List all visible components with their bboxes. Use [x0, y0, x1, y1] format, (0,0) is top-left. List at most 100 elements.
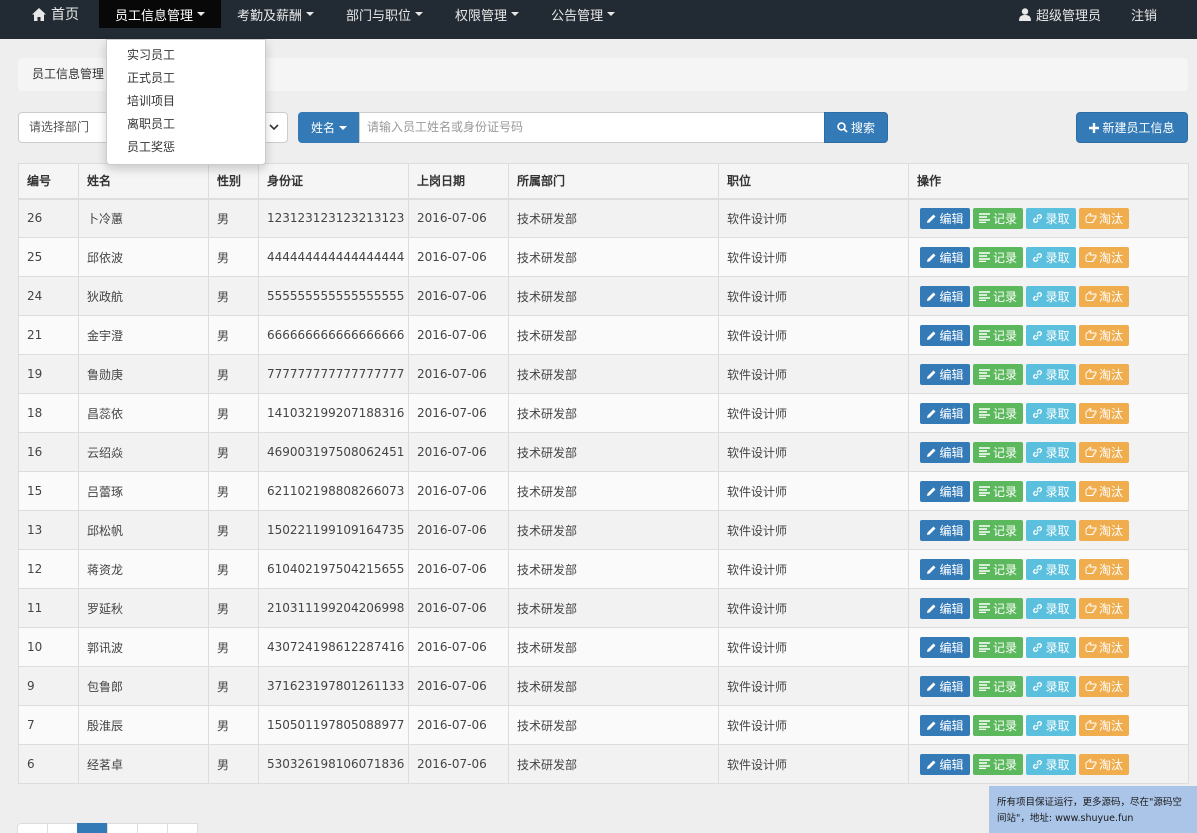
hire-button[interactable]: 录取: [1026, 636, 1076, 658]
eliminate-button[interactable]: 淘汰: [1079, 207, 1129, 229]
edit-button[interactable]: 编辑: [920, 753, 970, 775]
dropdown-item-intern[interactable]: 实习员工: [107, 44, 265, 67]
hand-left-icon: [1085, 369, 1097, 379]
nav-logout[interactable]: 注销: [1115, 0, 1197, 28]
record-button[interactable]: 记录: [973, 714, 1023, 736]
page-item[interactable]: [47, 823, 78, 833]
edit-button[interactable]: 编辑: [920, 402, 970, 424]
nav-department[interactable]: 部门与职位: [330, 0, 439, 28]
eliminate-button[interactable]: 淘汰: [1079, 636, 1129, 658]
plus-icon: [1089, 122, 1100, 133]
edit-button[interactable]: 编辑: [920, 324, 970, 346]
cell-start-date: 2016-07-06: [408, 510, 509, 550]
eliminate-button[interactable]: 淘汰: [1079, 753, 1129, 775]
edit-button[interactable]: 编辑: [920, 285, 970, 307]
hire-button-label: 录取: [1045, 211, 1070, 226]
dropdown-item-training[interactable]: 培训项目: [107, 90, 265, 113]
eliminate-button[interactable]: 淘汰: [1079, 675, 1129, 697]
record-button[interactable]: 记录: [973, 597, 1023, 619]
hire-button[interactable]: 录取: [1026, 675, 1076, 697]
page-item[interactable]: [137, 823, 168, 833]
eliminate-button[interactable]: 淘汰: [1079, 597, 1129, 619]
eliminate-button[interactable]: 淘汰: [1079, 480, 1129, 502]
edit-button[interactable]: 编辑: [920, 246, 970, 268]
dropdown-item-regular[interactable]: 正式员工: [107, 67, 265, 90]
edit-button[interactable]: 编辑: [920, 675, 970, 697]
nav-logout-label: 注销: [1130, 8, 1157, 24]
edit-button[interactable]: 编辑: [920, 636, 970, 658]
eliminate-button[interactable]: 淘汰: [1079, 324, 1129, 346]
record-button[interactable]: 记录: [973, 285, 1023, 307]
hire-button-label: 录取: [1045, 523, 1070, 538]
cell-id: 26: [18, 198, 79, 238]
hire-button[interactable]: 录取: [1026, 207, 1076, 229]
nav-employee-info[interactable]: 员工信息管理: [99, 0, 222, 28]
hire-button[interactable]: 录取: [1026, 285, 1076, 307]
dropdown-item-rewards[interactable]: 员工奖惩: [107, 136, 265, 159]
edit-button-label: 编辑: [939, 211, 964, 226]
hire-button[interactable]: 录取: [1026, 246, 1076, 268]
page-item-active[interactable]: [77, 823, 108, 833]
eliminate-button[interactable]: 淘汰: [1079, 402, 1129, 424]
eliminate-button[interactable]: 淘汰: [1079, 246, 1129, 268]
nav-announcement[interactable]: 公告管理: [535, 0, 631, 28]
hire-button[interactable]: 录取: [1026, 597, 1076, 619]
hire-button[interactable]: 录取: [1026, 324, 1076, 346]
eliminate-button[interactable]: 淘汰: [1079, 558, 1129, 580]
page-next[interactable]: [167, 823, 198, 833]
nav-permission[interactable]: 权限管理: [439, 0, 535, 28]
search-input[interactable]: 请输入员工姓名或身份证号码: [359, 112, 825, 143]
edit-button[interactable]: 编辑: [920, 441, 970, 463]
list-icon: [978, 681, 990, 691]
caret-down-icon: [511, 12, 520, 16]
edit-button-label: 编辑: [939, 484, 964, 499]
edit-button[interactable]: 编辑: [920, 363, 970, 385]
search-button[interactable]: 搜索: [824, 112, 888, 143]
hire-button[interactable]: 录取: [1026, 753, 1076, 775]
edit-button-label: 编辑: [939, 250, 964, 265]
link-icon: [1033, 525, 1043, 535]
new-employee-button[interactable]: 新建员工信息: [1076, 112, 1188, 143]
pencil-icon: [927, 565, 936, 574]
hire-button[interactable]: 录取: [1026, 714, 1076, 736]
nav-home[interactable]: 首页: [0, 0, 99, 28]
nav-user[interactable]: 超级管理员: [1003, 0, 1115, 28]
record-button[interactable]: 记录: [973, 519, 1023, 541]
record-button[interactable]: 记录: [973, 558, 1023, 580]
cell-department: 技术研发部: [508, 666, 719, 706]
edit-button[interactable]: 编辑: [920, 597, 970, 619]
edit-button[interactable]: 编辑: [920, 480, 970, 502]
hire-button[interactable]: 录取: [1026, 363, 1076, 385]
record-button[interactable]: 记录: [973, 363, 1023, 385]
edit-button[interactable]: 编辑: [920, 519, 970, 541]
record-button[interactable]: 记录: [973, 207, 1023, 229]
record-button[interactable]: 记录: [973, 441, 1023, 463]
record-button[interactable]: 记录: [973, 753, 1023, 775]
record-button[interactable]: 记录: [973, 636, 1023, 658]
eliminate-button[interactable]: 淘汰: [1079, 363, 1129, 385]
record-button[interactable]: 记录: [973, 402, 1023, 424]
eliminate-button[interactable]: 淘汰: [1079, 285, 1129, 307]
eliminate-button[interactable]: 淘汰: [1079, 714, 1129, 736]
record-button[interactable]: 记录: [973, 246, 1023, 268]
cell-actions: 编辑 记录 录取 淘汰: [908, 471, 1189, 511]
hire-button[interactable]: 录取: [1026, 558, 1076, 580]
page-item[interactable]: [107, 823, 138, 833]
edit-button[interactable]: 编辑: [920, 207, 970, 229]
eliminate-button[interactable]: 淘汰: [1079, 441, 1129, 463]
edit-button[interactable]: 编辑: [920, 558, 970, 580]
record-button[interactable]: 记录: [973, 480, 1023, 502]
search-field-dropdown-button[interactable]: 姓名: [298, 112, 360, 143]
record-button[interactable]: 记录: [973, 324, 1023, 346]
record-button[interactable]: 记录: [973, 675, 1023, 697]
edit-button[interactable]: 编辑: [920, 714, 970, 736]
eliminate-button[interactable]: 淘汰: [1079, 519, 1129, 541]
page-prev[interactable]: [17, 823, 48, 833]
hire-button[interactable]: 录取: [1026, 402, 1076, 424]
nav-attendance[interactable]: 考勤及薪酬: [221, 0, 330, 28]
hire-button[interactable]: 录取: [1026, 441, 1076, 463]
dropdown-item-resigned[interactable]: 离职员工: [107, 113, 265, 136]
hire-button[interactable]: 录取: [1026, 480, 1076, 502]
hire-button[interactable]: 录取: [1026, 519, 1076, 541]
link-icon: [1033, 213, 1043, 223]
